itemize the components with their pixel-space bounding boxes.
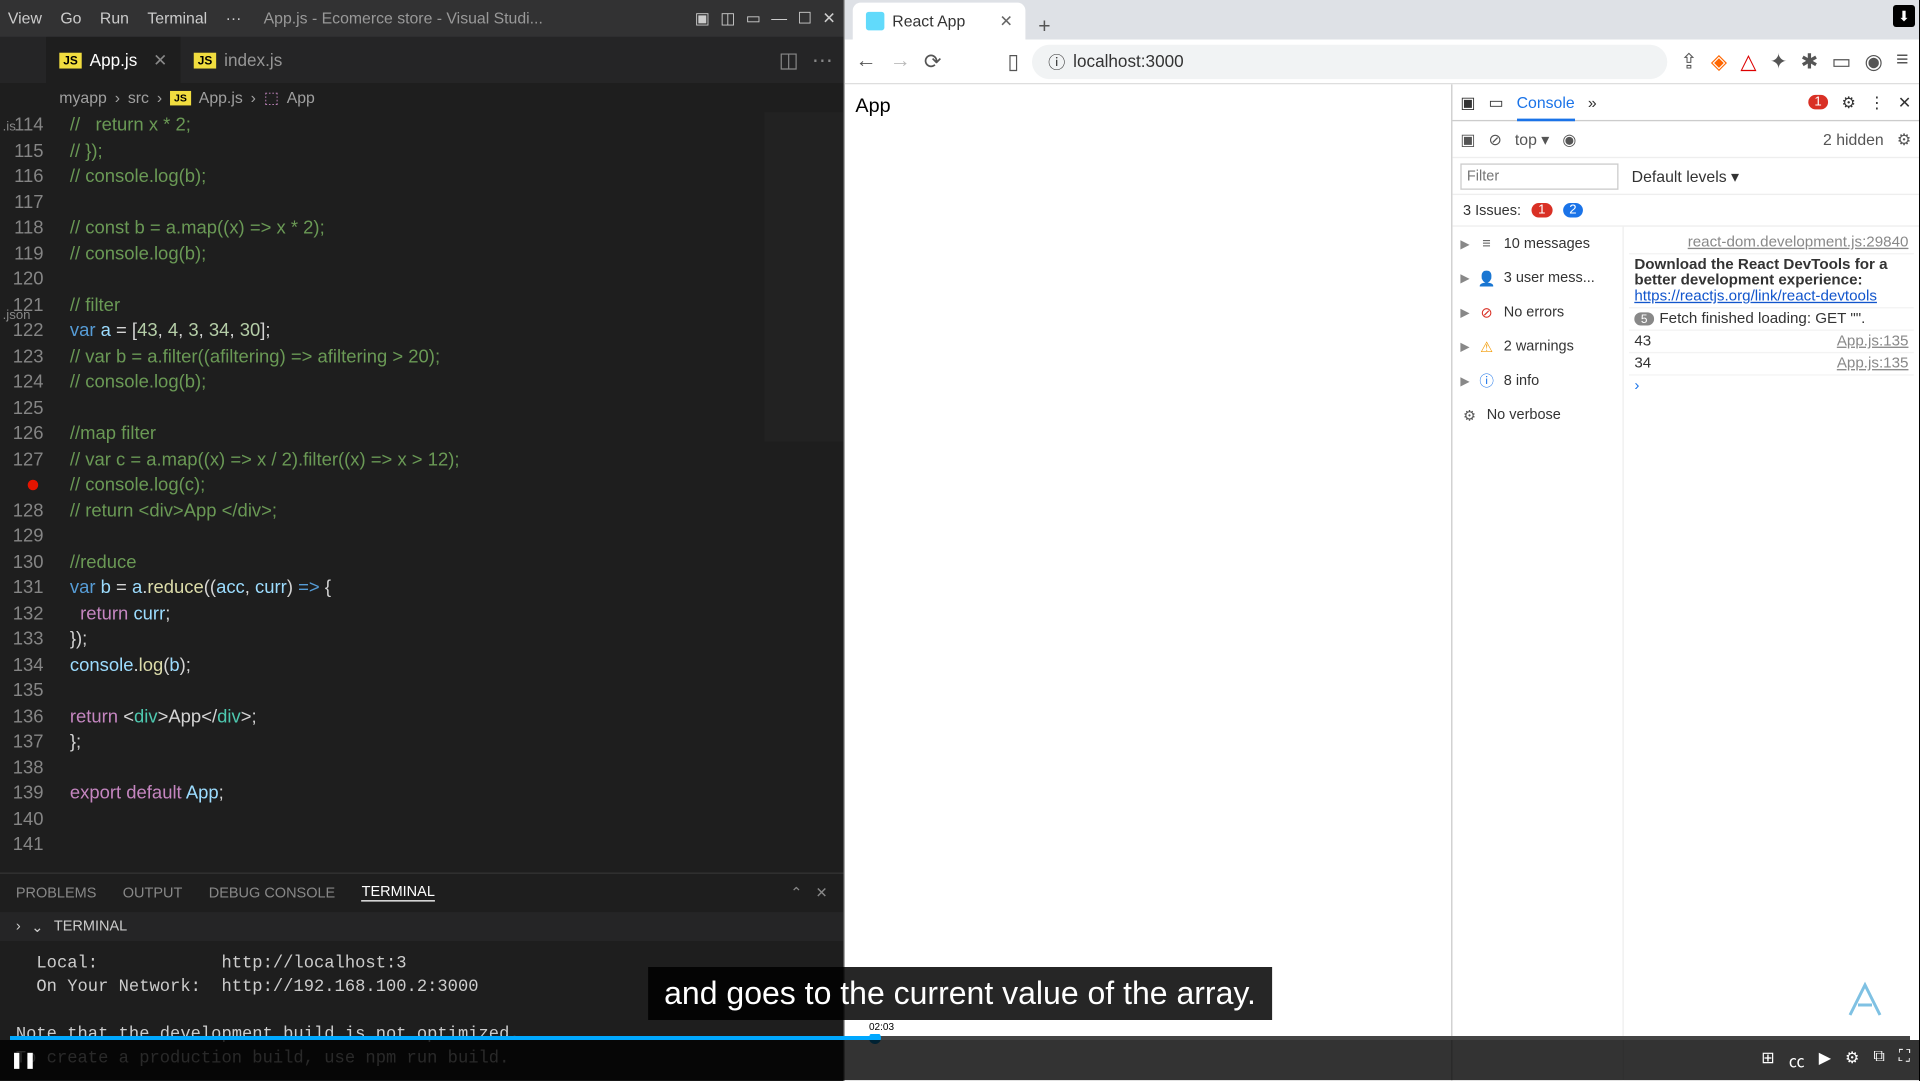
quality-icon[interactable]: ⊞ <box>1761 1048 1774 1072</box>
fullscreen-icon[interactable]: ⛶ <box>1899 1048 1910 1072</box>
watermark-logo <box>1840 975 1890 1025</box>
captions-icon[interactable]: ㏄ <box>1789 1048 1805 1072</box>
video-controls: ❚❚ ⊞ ㏄ ▶ ⚙ ⧉ ⛶ <box>0 1040 1920 1080</box>
pip-icon[interactable]: ⧉ <box>1873 1048 1884 1072</box>
speed-icon[interactable]: ▶ <box>1819 1048 1831 1072</box>
pause-button[interactable]: ❚❚ <box>10 1050 37 1070</box>
time-tooltip: 02:03 <box>865 1021 898 1034</box>
subtitle: and goes to the current value of the arr… <box>648 967 1272 1020</box>
video-overlay: and goes to the current value of the arr… <box>0 0 1920 1080</box>
settings-icon[interactable]: ⚙ <box>1845 1048 1859 1072</box>
